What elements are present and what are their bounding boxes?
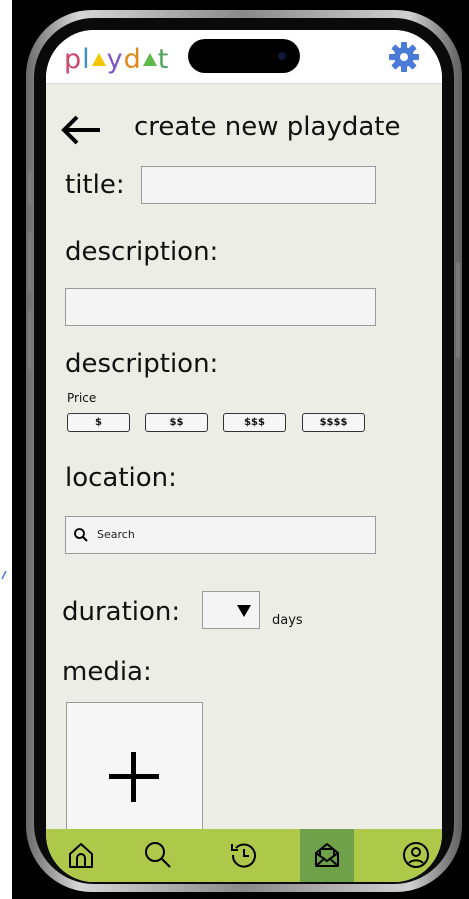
side-button bbox=[28, 170, 32, 206]
duration-label: duration: bbox=[62, 597, 181, 627]
add-media-button[interactable] bbox=[66, 702, 203, 842]
chevron-down-icon bbox=[237, 605, 251, 617]
logo-letter: d bbox=[123, 44, 142, 75]
search-icon bbox=[74, 528, 88, 542]
logo-triangle bbox=[91, 53, 106, 66]
logo-letter: t bbox=[157, 44, 170, 75]
edge-mark bbox=[0, 566, 8, 580]
title-input[interactable] bbox=[141, 166, 376, 204]
nav-search[interactable] bbox=[131, 829, 185, 882]
logo-letter: l bbox=[82, 44, 91, 75]
page-header: create new playdate bbox=[60, 110, 440, 150]
search-placeholder: Search bbox=[97, 528, 135, 541]
dynamic-island bbox=[188, 39, 300, 73]
search-icon bbox=[145, 842, 171, 868]
logo-letter: p bbox=[64, 44, 83, 75]
power-button bbox=[456, 262, 460, 358]
page-title: create new playdate bbox=[134, 112, 401, 142]
plus-icon bbox=[131, 752, 136, 802]
price-option-3[interactable]: $$$ bbox=[223, 413, 286, 432]
inbox-icon bbox=[315, 843, 339, 867]
price-option-1[interactable]: $ bbox=[67, 413, 130, 432]
nav-profile[interactable] bbox=[389, 829, 442, 882]
home-icon bbox=[69, 843, 93, 868]
arrow-left-icon[interactable] bbox=[60, 110, 104, 150]
nav-history[interactable] bbox=[217, 829, 271, 882]
duration-unit: days bbox=[272, 613, 303, 628]
logo-letter: y bbox=[106, 44, 124, 75]
volume-down-button bbox=[28, 310, 32, 370]
duration-dropdown[interactable] bbox=[202, 591, 260, 629]
history-icon bbox=[231, 843, 256, 868]
price-caption: Price bbox=[67, 391, 97, 405]
logo-triangle bbox=[142, 53, 157, 66]
description-input[interactable] bbox=[65, 288, 376, 326]
title-label: title: bbox=[65, 170, 125, 200]
price-section-label: description: bbox=[65, 349, 219, 379]
media-label: media: bbox=[62, 657, 152, 687]
bottom-nav bbox=[46, 829, 442, 882]
location-search-input[interactable]: Search bbox=[65, 516, 376, 554]
price-option-4[interactable]: $$$$ bbox=[302, 413, 365, 432]
location-label: location: bbox=[65, 463, 177, 493]
settings-gear-icon[interactable] bbox=[388, 41, 420, 73]
app-screen: pl yd t create new playdate title: descr… bbox=[46, 30, 442, 882]
app-logo: pl yd t bbox=[64, 44, 169, 75]
nav-home[interactable] bbox=[54, 829, 108, 882]
volume-up-button bbox=[28, 232, 32, 292]
price-option-2[interactable]: $$ bbox=[145, 413, 208, 432]
top-bar: pl yd t bbox=[46, 30, 442, 84]
description-label: description: bbox=[65, 237, 219, 267]
nav-inbox[interactable] bbox=[300, 829, 354, 882]
profile-icon bbox=[403, 842, 429, 868]
